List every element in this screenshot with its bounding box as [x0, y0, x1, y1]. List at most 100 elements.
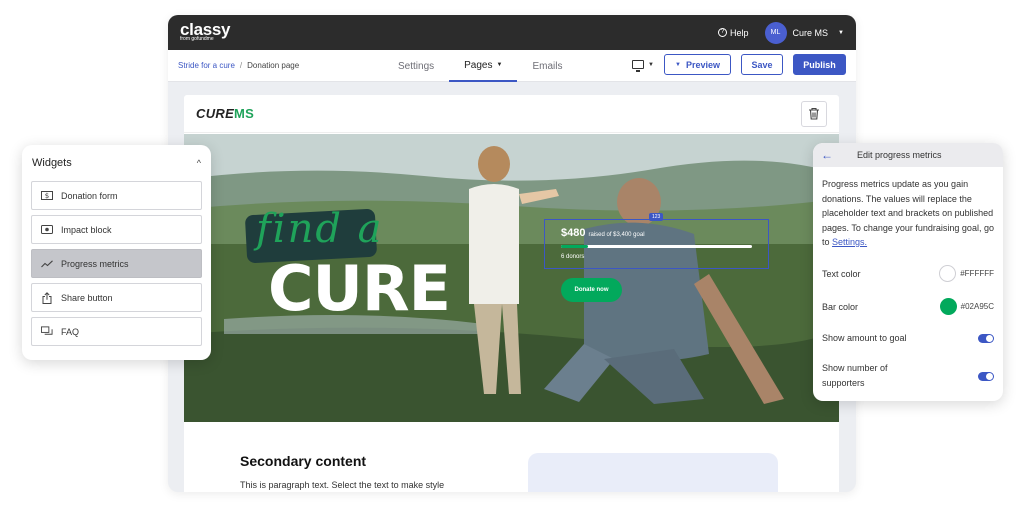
stage: classy from gofundme ? Help ML Cure MS ▼… — [0, 0, 1024, 519]
help-link[interactable]: ? Help — [718, 28, 749, 38]
paragraph-text[interactable]: This is paragraph text. Select the text … — [240, 480, 444, 490]
widget-impact-block[interactable]: Impact block — [31, 215, 202, 244]
widget-label: Share button — [61, 292, 113, 303]
delete-button[interactable] — [801, 100, 827, 127]
text-color-row: Text color #FFFFFF — [822, 265, 994, 282]
widget-faq[interactable]: FAQ — [31, 317, 202, 346]
secondary-heading[interactable]: Secondary content — [240, 453, 366, 469]
trend-icon — [41, 259, 53, 269]
breadcrumb-current: Donation page — [247, 61, 300, 70]
widget-progress-metrics[interactable]: Progress metrics — [31, 249, 202, 278]
amount-raised: $480 — [561, 227, 586, 239]
edit-panel-title: Edit progress metrics — [857, 150, 942, 160]
widget-share-button[interactable]: Share button — [31, 283, 202, 312]
page-canvas: CUREMS find a CURE 123 $480 raised of $3… — [184, 95, 839, 492]
progress-track — [561, 245, 752, 248]
breadcrumb-separator: / — [239, 61, 243, 70]
widgets-header[interactable]: Widgets ^ — [31, 145, 202, 181]
help-label: Help — [730, 27, 749, 38]
preview-label: Preview — [685, 59, 720, 70]
breadcrumb-parent[interactable]: Stride for a cure — [178, 61, 235, 70]
progress-fill — [561, 245, 588, 248]
side-content-card[interactable] — [528, 453, 778, 492]
device-selector[interactable]: ▼ — [632, 60, 654, 72]
edit-progress-metrics-panel: ← Edit progress metrics Progress metrics… — [813, 143, 1003, 401]
widget-label: Impact block — [61, 224, 112, 235]
donor-count: 6 donors — [561, 254, 585, 260]
tab-settings[interactable]: Settings — [383, 50, 449, 82]
hero-headline: CURE — [268, 252, 451, 325]
widget-label: Progress metrics — [61, 258, 129, 269]
show-amount-toggle[interactable] — [978, 333, 994, 343]
edit-panel-header: ← Edit progress metrics — [813, 143, 1003, 167]
raised-text: raised of $3,400 goal — [588, 232, 645, 238]
avatar: ML — [764, 21, 787, 44]
save-button[interactable]: Save — [741, 54, 783, 75]
top-bar: classy from gofundme ? Help ML Cure MS ▼ — [168, 15, 856, 50]
chevron-down-icon: ▼ — [648, 61, 654, 68]
faq-icon — [41, 326, 53, 337]
tab-pages-label: Pages — [464, 59, 493, 71]
selection-badge: 123 — [649, 213, 664, 221]
classy-logo[interactable]: classy from gofundme — [180, 21, 231, 42]
page-tabs: Settings Pages ▼ Emails — [383, 50, 577, 82]
chevron-down-icon: ▼ — [838, 29, 844, 36]
impact-icon — [41, 225, 53, 235]
bar-color-label: Bar color — [822, 301, 859, 312]
amount-row: $480 raised of $3,400 goal — [561, 227, 645, 239]
bar-color-picker[interactable]: #02A95C — [939, 298, 994, 315]
share-icon — [41, 291, 53, 304]
widgets-panel: Widgets ^ $ Donation form Impact block P… — [22, 145, 211, 360]
publish-button[interactable]: Publish — [793, 54, 846, 75]
text-color-picker[interactable]: #FFFFFF — [939, 265, 994, 282]
progress-metrics-block[interactable]: 123 $480 raised of $3,400 goal 6 donors — [544, 213, 769, 269]
account-menu[interactable]: ML Cure MS ▼ — [759, 21, 844, 44]
show-amount-label: Show amount to goal — [822, 333, 907, 343]
widgets-title: Widgets — [32, 157, 72, 169]
tab-pages[interactable]: Pages ▼ — [449, 50, 518, 82]
toolbar-actions: ▼ ▼ Preview Save Publish — [632, 54, 846, 75]
chevron-down-icon: ▼ — [675, 61, 681, 68]
bar-color-swatch — [939, 298, 957, 315]
show-supporters-row: Show number of supporters — [822, 361, 994, 391]
brand-prefix: CURE — [196, 106, 235, 121]
donate-now-button[interactable]: Donate now — [561, 278, 622, 302]
donate-now-label: Donate now — [574, 287, 609, 293]
publish-label: Publish — [803, 59, 836, 70]
preview-button[interactable]: ▼ Preview — [664, 54, 731, 75]
brand-suffix: MS — [234, 106, 255, 121]
hero-image[interactable]: find a CURE 123 $480 raised of $3,400 go… — [184, 134, 839, 422]
text-color-label: Text color — [822, 268, 861, 279]
svg-text:$: $ — [45, 192, 49, 200]
tab-emails-label: Emails — [532, 60, 563, 72]
save-label: Save — [751, 59, 773, 70]
show-supporters-label: Show number of supporters — [822, 363, 888, 388]
chevron-up-icon: ^ — [196, 158, 201, 168]
widget-donation-form[interactable]: $ Donation form — [31, 181, 202, 210]
sub-bar: Stride for a cure / Donation page Settin… — [168, 50, 856, 82]
bar-color-value: #02A95C — [960, 302, 994, 311]
widget-label: FAQ — [61, 326, 80, 337]
widget-label: Donation form — [61, 190, 118, 201]
show-amount-row: Show amount to goal — [822, 333, 994, 343]
edit-panel-description: Progress metrics update as you gain dona… — [813, 167, 1003, 250]
text-color-value: #FFFFFF — [960, 269, 994, 278]
text-color-swatch — [939, 265, 957, 282]
hero-script-text: find a — [256, 206, 384, 252]
tab-settings-label: Settings — [398, 60, 435, 72]
tab-emails[interactable]: Emails — [517, 50, 577, 82]
trash-icon — [809, 107, 819, 120]
chevron-down-icon: ▼ — [496, 62, 503, 68]
dollar-icon: $ — [41, 191, 53, 201]
question-icon: ? — [718, 28, 728, 37]
monitor-icon — [632, 60, 645, 72]
back-arrow-icon[interactable]: ← — [821, 148, 833, 162]
page-header: CUREMS — [184, 95, 839, 133]
editor-window: classy from gofundme ? Help ML Cure MS ▼… — [168, 15, 856, 492]
settings-link[interactable]: Settings. — [832, 237, 867, 247]
bar-color-row: Bar color #02A95C — [822, 298, 994, 315]
account-name: Cure MS — [792, 27, 829, 38]
show-supporters-toggle[interactable] — [978, 371, 994, 381]
topbar-right: ? Help ML Cure MS ▼ — [718, 21, 844, 44]
cure-ms-logo[interactable]: CUREMS — [196, 106, 254, 121]
